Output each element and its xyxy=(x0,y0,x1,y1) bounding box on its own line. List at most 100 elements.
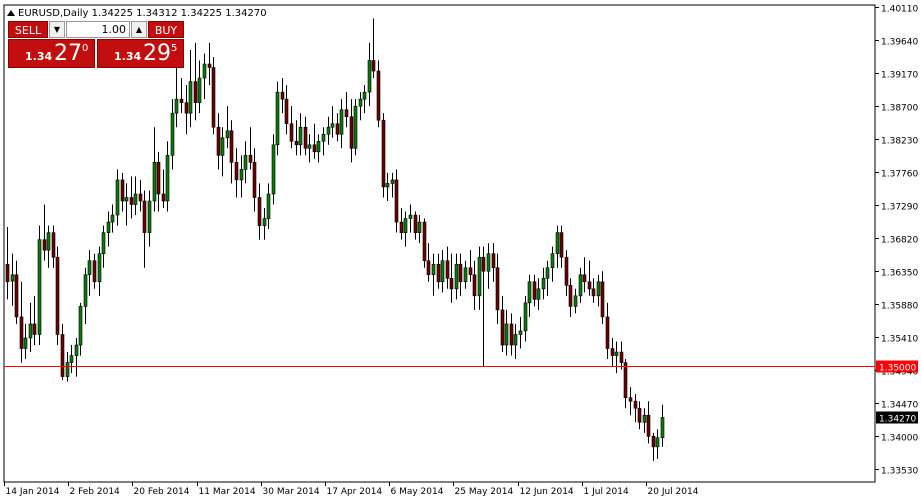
sell-quote-button[interactable]: 1.34 27 0 xyxy=(8,39,95,68)
candle-body-bull xyxy=(578,274,583,297)
candle-body-bull xyxy=(385,183,390,188)
candle-body-bull xyxy=(124,197,129,202)
candle-body-bear xyxy=(5,263,10,283)
candle-body-bull xyxy=(504,323,509,346)
candle-body-bull xyxy=(316,140,321,153)
candle xyxy=(55,246,60,346)
candle-body-bear xyxy=(42,239,47,251)
candle-body-bear xyxy=(495,267,500,311)
candle xyxy=(275,81,280,156)
price-tick-label: 1.38230 xyxy=(881,137,918,147)
candle-body-bear xyxy=(211,67,216,128)
candle-body-bear xyxy=(234,162,239,181)
time-tick-label: 25 May 2014 xyxy=(455,487,514,497)
candle-body-bull xyxy=(408,214,413,219)
candle-body-bear xyxy=(623,362,628,398)
candle-body-bull xyxy=(596,281,601,297)
candle-body-bull xyxy=(417,221,422,233)
candle-body-bear xyxy=(646,414,651,437)
candle-body-bear xyxy=(637,407,642,423)
candle-body-bear xyxy=(60,334,65,377)
candle-body-bull xyxy=(115,179,120,216)
candle-body-bull xyxy=(37,239,42,335)
candle-body-bear xyxy=(509,323,514,346)
candle-body-bear xyxy=(349,116,354,149)
candle-body-bull xyxy=(101,232,106,254)
time-tick-label: 20 Feb 2014 xyxy=(134,487,190,497)
time-tick-label: 11 Mar 2014 xyxy=(199,487,256,497)
candle-body-bull xyxy=(170,112,175,156)
time-tick-label: 17 Apr 2014 xyxy=(327,487,383,497)
candle-body-bull xyxy=(106,221,111,233)
candle xyxy=(353,99,358,156)
buy-quote-button[interactable]: 1.34 29 5 xyxy=(97,39,184,68)
line-price-label: 1.35000 xyxy=(876,360,918,374)
candle-body-bull xyxy=(165,155,170,202)
lot-increase-button[interactable]: ▲ xyxy=(131,21,147,38)
candle-body-bull xyxy=(197,77,202,103)
candle-body-bear xyxy=(568,284,573,307)
candle-body-bull xyxy=(477,256,482,297)
candle-body-bear xyxy=(472,274,477,297)
candle-body-bull xyxy=(523,302,528,332)
candle-body-bear xyxy=(32,323,37,335)
lot-size-input[interactable]: 1.00 xyxy=(66,21,130,38)
candle-body-bear xyxy=(582,274,587,283)
price-tick-label: 1.36820 xyxy=(881,236,918,246)
candle-body-bull xyxy=(78,306,83,346)
candle-body-bull xyxy=(326,126,331,135)
candle-body-bear xyxy=(120,179,125,202)
candle-body-bull xyxy=(431,263,436,276)
lot-decrease-button[interactable]: ▼ xyxy=(49,21,65,38)
buy-button[interactable]: BUY xyxy=(148,21,184,38)
sell-price-prefix: 1.34 xyxy=(25,50,53,63)
price-tick-label: 1.34470 xyxy=(881,401,918,411)
candle-body-bull xyxy=(307,144,312,149)
candle-body-bear xyxy=(252,162,257,198)
candle-body-bull xyxy=(220,137,225,156)
candle-body-bear xyxy=(376,70,381,121)
sell-price-pips: 27 xyxy=(54,41,82,66)
candle-body-bull xyxy=(642,414,647,423)
candle-body-bear xyxy=(628,397,633,402)
candle-body-bull xyxy=(358,98,363,107)
candle-body-bear xyxy=(344,109,349,117)
price-tick-label: 1.35410 xyxy=(881,335,918,345)
candle-body-bear xyxy=(129,197,134,205)
candle-body-bear xyxy=(491,253,496,269)
line-label-text: 1.35000 xyxy=(879,364,916,374)
candle xyxy=(271,134,276,205)
candle-body-bull xyxy=(46,232,51,251)
candle-body-bear xyxy=(619,351,624,363)
candle-body-bull xyxy=(188,81,193,114)
candle-body-bull xyxy=(518,330,523,335)
candle-body-bear xyxy=(591,288,596,297)
candle-body-bull xyxy=(97,253,102,283)
candle-body-bear xyxy=(426,260,431,276)
candle-body-bull xyxy=(202,63,207,79)
candle-body-bear xyxy=(303,126,308,149)
sell-button[interactable]: SELL xyxy=(8,21,48,38)
price-chart[interactable]: 1.40110 1.39640 1.39170 1.38700 1.38230 1.377… xyxy=(0,0,921,500)
candle xyxy=(211,56,216,135)
time-tick-label: 6 May 2014 xyxy=(391,487,444,497)
candle-body-bull xyxy=(330,123,335,128)
candle-body-bull xyxy=(10,274,15,282)
candle-body-bull xyxy=(454,263,459,290)
price-axis: 1.40110 1.39640 1.39170 1.38700 1.38230 1.377… xyxy=(875,5,918,477)
candle-body-bear xyxy=(413,214,418,233)
candle-body-bear xyxy=(138,193,143,202)
candle-body-bull xyxy=(69,355,74,363)
candle-body-bear xyxy=(294,140,299,146)
price-tick-label: 1.37760 xyxy=(881,170,918,180)
price-tick-label: 1.38700 xyxy=(881,104,918,114)
arrow-up-icon: ▲ xyxy=(135,25,143,34)
price-tick-label: 1.35880 xyxy=(881,302,918,312)
candle-body-bear xyxy=(184,102,189,114)
candle-body-bull xyxy=(83,274,88,307)
candle-body-bear xyxy=(248,155,253,163)
candle-body-bear xyxy=(207,63,212,68)
candle-body-bear xyxy=(179,98,184,103)
candle-body-bull xyxy=(527,281,532,304)
candle-body-bull xyxy=(152,162,157,202)
